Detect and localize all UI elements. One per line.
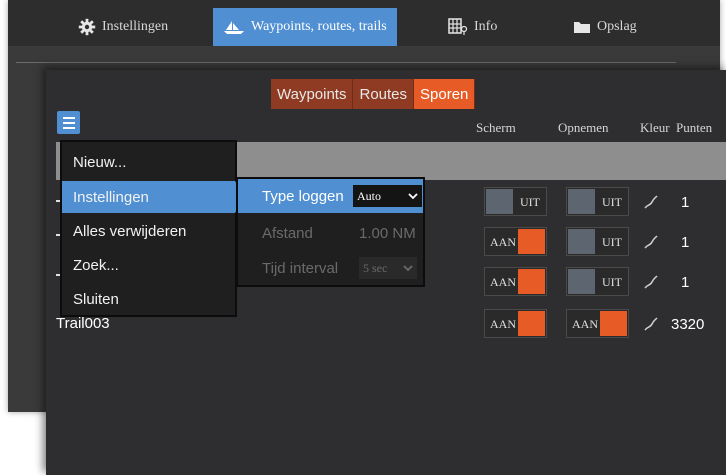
log-type-select[interactable]: Auto: [353, 185, 422, 207]
tab-waypoints[interactable]: Waypoints: [271, 79, 354, 109]
column-header-record: Opnemen: [558, 120, 609, 135]
hamburger-icon-line: [62, 121, 75, 124]
menu-button[interactable]: [57, 111, 80, 134]
interval-label: Tijd interval: [262, 259, 339, 277]
toggle-label: UIT: [602, 195, 622, 209]
tab-tracks[interactable]: Sporen: [414, 79, 476, 109]
log-type-label: Type loggen: [262, 187, 344, 205]
menu-item-close[interactable]: Sluiten: [62, 283, 235, 315]
chevron-down-icon: [408, 192, 418, 199]
tab-waypoints-label: Waypoints, routes, trails: [251, 19, 387, 34]
menu-item-settings[interactable]: Instellingen: [62, 181, 245, 213]
toggle-label: UIT: [520, 195, 540, 209]
hamburger-icon-line: [62, 116, 75, 119]
column-header-screen: Scherm: [476, 120, 516, 135]
sub-tab-bar: Waypoints Routes Sporen: [271, 79, 476, 109]
interval-value: 5 sec: [363, 260, 388, 275]
track-name[interactable]: Trail003: [56, 315, 110, 332]
top-tab-bar: Instellingen Waypoints, routes, trails I…: [8, 0, 720, 46]
info-icon: [448, 18, 468, 35]
menu-item-new[interactable]: Nieuw...: [62, 146, 235, 178]
toggle-switch: [568, 189, 595, 214]
record-toggle[interactable]: UIT: [566, 187, 629, 216]
folder-icon: [574, 22, 590, 33]
toggle-switch: [568, 269, 595, 294]
screen-toggle[interactable]: AAN: [484, 267, 547, 296]
track-color-icon[interactable]: [644, 195, 658, 209]
toggle-label: AAN: [490, 275, 516, 289]
track-color-icon[interactable]: [644, 235, 658, 249]
toggle-switch: [568, 229, 595, 254]
toggle-label: UIT: [602, 275, 622, 289]
distance-value: 1.00 NM: [359, 224, 416, 242]
screen-toggle[interactable]: AAN: [484, 227, 547, 256]
points-count: 1: [681, 274, 690, 291]
distance-label: Afstand: [262, 224, 313, 242]
interval-select: 5 sec: [359, 257, 417, 279]
record-toggle[interactable]: UIT: [566, 227, 629, 256]
gear-icon: [78, 18, 96, 36]
track-color-icon[interactable]: [644, 275, 658, 289]
record-toggle[interactable]: AAN: [566, 309, 629, 338]
screen-toggle[interactable]: AAN: [484, 309, 547, 338]
toggle-label: AAN: [490, 317, 516, 331]
points-count: 1: [681, 234, 690, 251]
distance-row: Afstand 1.00 NM: [238, 216, 423, 250]
tab-settings[interactable]: Instellingen: [68, 8, 178, 46]
menu-item-delete-all[interactable]: Alles verwijderen: [62, 215, 235, 247]
tab-info[interactable]: Info: [438, 8, 507, 46]
toggle-label: UIT: [602, 235, 622, 249]
menu-item-search[interactable]: Zoek...: [62, 249, 235, 281]
points-count: 3320: [671, 316, 705, 333]
tracks-window: Waypoints Routes Sporen Scherm Opnemen K…: [46, 70, 726, 475]
toggle-switch: [518, 311, 545, 336]
tab-settings-label: Instellingen: [102, 19, 169, 34]
hamburger-icon-line: [62, 126, 75, 129]
log-type-value: Auto: [357, 188, 381, 203]
tab-storage[interactable]: Opslag: [563, 8, 647, 46]
column-header-points: Punten: [676, 120, 713, 135]
toggle-label: AAN: [490, 235, 516, 249]
tab-waypoints-routes-trails[interactable]: Waypoints, routes, trails: [213, 8, 397, 46]
toggle-switch: [486, 189, 513, 214]
chevron-down-icon: [403, 264, 413, 271]
toggle-switch: [600, 311, 627, 336]
tab-info-label: Info: [474, 19, 498, 34]
track-color-icon[interactable]: [644, 317, 658, 331]
boat-icon: [224, 21, 244, 34]
tab-routes[interactable]: Routes: [353, 79, 415, 109]
column-header-color: Kleur: [640, 120, 670, 135]
context-menu: Nieuw... Instellingen Alles verwijderen …: [60, 140, 245, 317]
screen-toggle[interactable]: UIT: [484, 187, 547, 216]
tab-storage-label: Opslag: [597, 19, 637, 34]
divider: [16, 62, 676, 63]
toggle-switch: [518, 269, 545, 294]
toggle-label: AAN: [572, 317, 598, 331]
record-toggle[interactable]: UIT: [566, 267, 629, 296]
settings-submenu: Type loggen Auto Afstand 1.00 NM Tijd in…: [236, 177, 425, 287]
points-count: 1: [681, 194, 690, 211]
toggle-switch: [518, 229, 545, 254]
